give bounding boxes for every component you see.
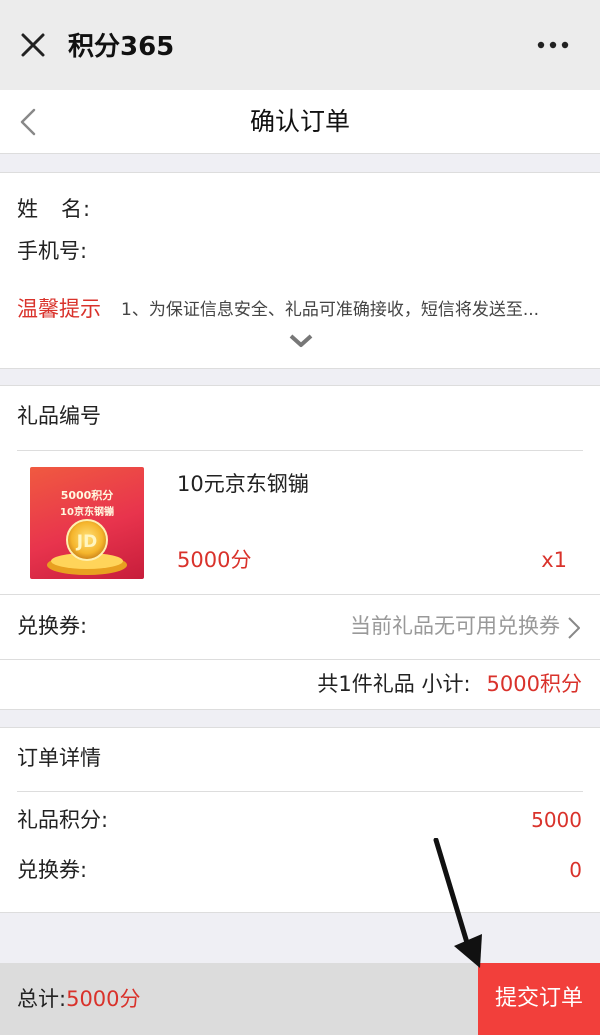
name-label: 姓 名: bbox=[17, 197, 92, 221]
chevron-right-icon[interactable] bbox=[566, 616, 582, 640]
recipient-info-section: 姓 名: 手机号: 温馨提示 1、为保证信息安全、礼品可准确接收，短信将发送至.… bbox=[0, 172, 600, 369]
thumb-text-line1: 5000积分 bbox=[61, 488, 114, 502]
total: 总计:5000分 bbox=[17, 984, 141, 1014]
order-details-section: 订单详情 礼品积分: 5000 兑换券: 0 bbox=[0, 727, 600, 913]
page-header: 确认订单 bbox=[0, 90, 600, 154]
subtotal-value: 5000积分 bbox=[486, 672, 582, 696]
coupon-selector[interactable]: 当前礼品无可用兑换券 bbox=[350, 612, 560, 640]
app-top-bar: 积分365 bbox=[0, 0, 600, 90]
gift-points-label: 礼品积分: bbox=[17, 808, 109, 832]
gift-points-value: 5000 bbox=[531, 808, 582, 832]
gift-quantity: x1 bbox=[541, 548, 567, 572]
close-icon[interactable] bbox=[18, 30, 48, 60]
phone-label: 手机号: bbox=[17, 239, 88, 263]
divider bbox=[17, 450, 583, 451]
expand-chevron-icon[interactable] bbox=[289, 333, 313, 349]
total-label: 总计: bbox=[17, 987, 67, 1011]
gift-thumbnail: 5000积分 10京东钢镚 JD bbox=[30, 467, 144, 579]
total-value: 5000分 bbox=[66, 987, 141, 1011]
coupon-amount-value: 0 bbox=[569, 858, 582, 882]
gift-section-title: 礼品编号 bbox=[17, 404, 101, 428]
thumb-coin-text: JD bbox=[76, 532, 97, 552]
checkout-bar: 总计:5000分 提交订单 bbox=[0, 963, 600, 1035]
coupon-label: 兑换券: bbox=[17, 614, 88, 638]
gift-name: 10元京东钢镚 bbox=[177, 472, 309, 496]
tip-label: 温馨提示 bbox=[17, 297, 101, 321]
tip-text: 1、为保证信息安全、礼品可准确接收，短信将发送至... bbox=[121, 300, 540, 320]
divider bbox=[0, 594, 600, 595]
thumb-text-line2: 10京东钢镚 bbox=[60, 505, 114, 518]
more-icon[interactable] bbox=[536, 40, 570, 50]
divider bbox=[0, 659, 600, 660]
order-details-title: 订单详情 bbox=[17, 746, 101, 770]
gift-section: 礼品编号 5000积分 10京东钢镚 JD 10元京东钢镚 5000分 x1 兑… bbox=[0, 385, 600, 710]
subtotal-label: 共1件礼品 小计: bbox=[317, 672, 471, 696]
page-title: 确认订单 bbox=[249, 107, 350, 136]
gift-price: 5000分 bbox=[177, 548, 252, 572]
subtotal: 共1件礼品 小计: 5000积分 bbox=[317, 670, 582, 698]
coupon-amount-label: 兑换券: bbox=[17, 858, 88, 882]
app-title: 积分365 bbox=[68, 32, 175, 62]
divider bbox=[17, 791, 583, 792]
submit-order-button[interactable]: 提交订单 bbox=[478, 963, 600, 1035]
